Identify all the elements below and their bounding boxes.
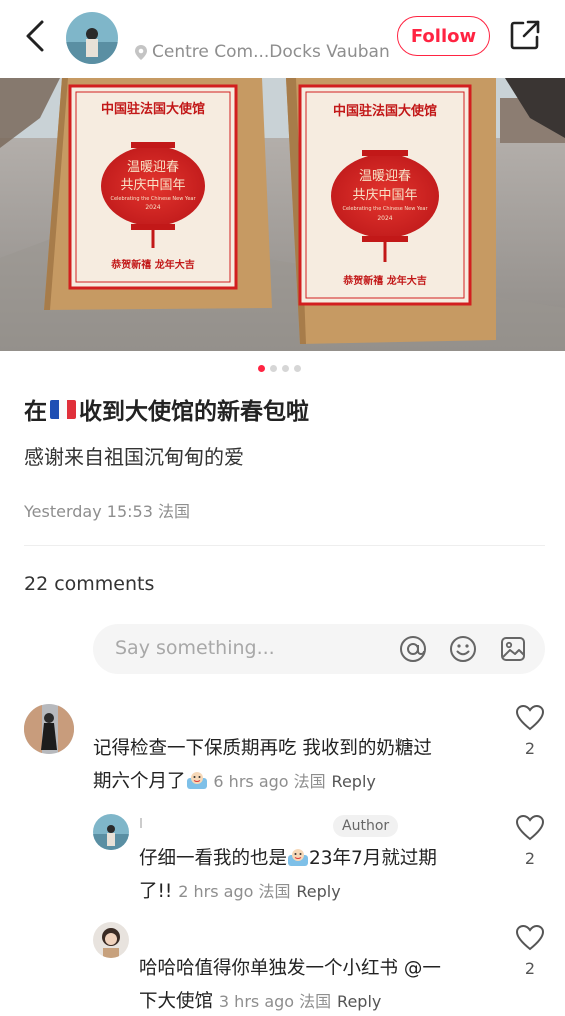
comment-text-line: 期六个月了	[93, 771, 186, 792]
heart-icon	[515, 704, 545, 731]
comment-meta: 6 hrs ago 法国	[213, 772, 326, 791]
like-button[interactable]: 2	[515, 704, 545, 758]
carousel-dot[interactable]	[294, 365, 301, 372]
back-icon[interactable]	[22, 18, 50, 54]
lantern-english: Celebrating the Chinese New Year	[110, 196, 196, 202]
at-icon[interactable]	[399, 635, 427, 663]
share-icon[interactable]	[508, 18, 542, 52]
reply-link[interactable]: Reply	[296, 882, 340, 901]
username	[140, 818, 142, 828]
top-bar: Centre Com...Docks Vauban Follow	[0, 0, 565, 78]
like-count: 2	[524, 849, 536, 868]
comment-text-line: 记得检查一下保质期再吃 我收到的奶糖过	[93, 738, 432, 759]
reply-link[interactable]: Reply	[332, 772, 376, 791]
bag-title: 中国驻法国大使馆	[101, 101, 205, 117]
bag-title: 中国驻法国大使馆	[333, 103, 437, 119]
carousel-dot[interactable]	[258, 365, 265, 372]
reply-link[interactable]: Reply	[337, 992, 381, 1011]
post-title-before: 在	[24, 399, 47, 425]
lantern-english: Celebrating the Chinese New Year	[342, 206, 428, 212]
carousel-dot[interactable]	[282, 365, 289, 372]
carousel-dot[interactable]	[270, 365, 277, 372]
post-photo[interactable]: 中国驻法国大使馆 温暖迎春 共庆中国年 Celebrating the Chin…	[0, 78, 565, 351]
post-body: 感谢来自祖国沉甸甸的爱	[24, 445, 244, 469]
post-title: 在 收到大使馆的新春包啦	[24, 392, 309, 426]
lantern-line2: 共庆中国年	[120, 178, 185, 193]
like-count: 2	[524, 739, 536, 758]
author-avatar[interactable]	[66, 12, 118, 64]
lantern-year: 2024	[145, 204, 160, 211]
post-meta: Yesterday 15:53 法国	[24, 502, 190, 521]
follow-button[interactable]: Follow	[397, 16, 490, 56]
carousel-indicator	[258, 365, 301, 372]
gift-bag-left: 中国驻法国大使馆 温暖迎春 共庆中国年 Celebrating the Chin…	[44, 78, 272, 310]
comment-text-line: 了!!	[139, 881, 173, 902]
divider	[24, 545, 545, 546]
location-pin-icon	[135, 44, 147, 60]
gift-bag-right: 中国驻法国大使馆 温暖迎春 共庆中国年 Celebrating the Chin…	[286, 78, 496, 344]
lantern-line1: 温暖迎春	[359, 169, 411, 184]
comment-text-line: 23年7月就过期	[309, 848, 437, 869]
comment-text-line: 哈哈哈值得你单独发一个小红书 @一	[139, 958, 441, 979]
france-flag-icon	[50, 399, 76, 419]
comment-item: 仔细一看我的也是 23年7月就过期 了!! 2 hrs ago 法国 Reply	[139, 842, 489, 908]
bag-footer: 恭贺新禧 龙年大吉	[342, 274, 426, 287]
sticker-emoji-icon	[288, 849, 309, 866]
commenter-avatar[interactable]	[93, 922, 129, 958]
commenter-avatar[interactable]	[93, 814, 129, 850]
heart-icon	[515, 924, 545, 951]
location-label: Centre Com...Docks Vauban	[152, 42, 390, 62]
comment-input[interactable]	[115, 637, 365, 659]
lantern-line1: 温暖迎春	[127, 160, 179, 175]
like-button[interactable]: 2	[515, 924, 545, 978]
post-title-after: 收到大使馆的新春包啦	[79, 399, 309, 425]
comment-box[interactable]	[93, 624, 545, 674]
comment-text-line: 仔细一看我的也是	[139, 848, 288, 869]
author-badge: Author	[333, 815, 399, 837]
comment-meta: 3 hrs ago 法国	[218, 992, 332, 1011]
comment-meta: 2 hrs ago 法国	[178, 882, 291, 901]
lantern-year: 2024	[377, 215, 392, 222]
comment-text-line: 下大使馆	[139, 991, 214, 1012]
sticker-emoji-icon	[186, 772, 207, 789]
post-location[interactable]: Centre Com...Docks Vauban	[134, 42, 390, 62]
image-icon[interactable]	[499, 635, 527, 663]
commenter-avatar[interactable]	[24, 704, 74, 754]
comments-count: 22 comments	[24, 573, 155, 595]
lantern-line2: 共庆中国年	[352, 188, 417, 203]
like-count: 2	[524, 959, 536, 978]
bag-footer: 恭贺新禧 龙年大吉	[110, 258, 194, 271]
heart-icon	[515, 814, 545, 841]
emoji-icon[interactable]	[449, 635, 477, 663]
like-button[interactable]: 2	[515, 814, 545, 868]
comment-item: 记得检查一下保质期再吃 我收到的奶糖过 期六个月了 6 hrs ago 法国 R…	[93, 732, 483, 798]
comment-item: 哈哈哈值得你单独发一个小红书 @一 下大使馆 3 hrs ago 法国 Repl…	[139, 952, 489, 1016]
